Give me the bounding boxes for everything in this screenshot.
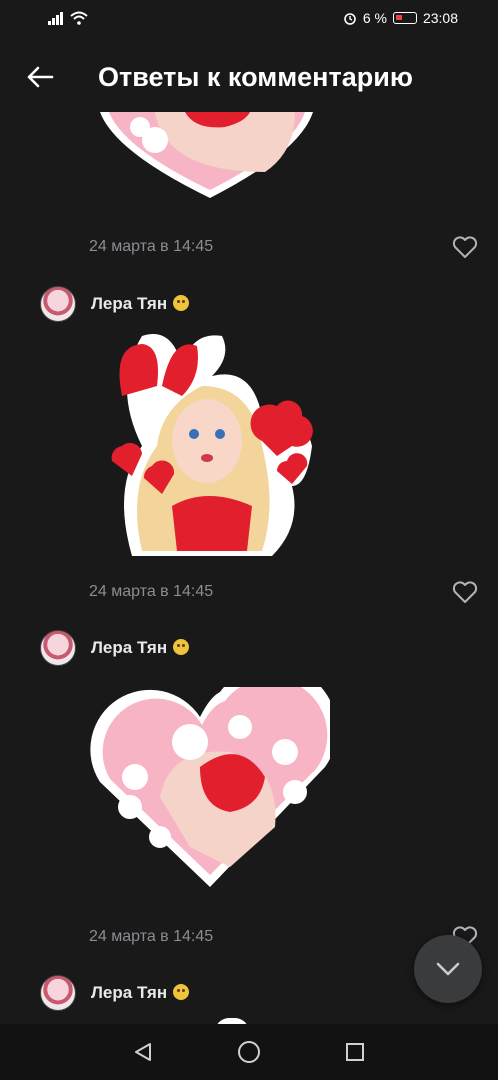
comment-meta: 24 марта в 14:45	[0, 232, 498, 262]
square-recents-icon	[346, 1043, 364, 1061]
clock: 23:08	[422, 10, 458, 26]
cat-emoji-icon	[173, 639, 190, 655]
girl-bunny-ears-sticker[interactable]	[102, 326, 320, 562]
comment-header: Лера Тян	[0, 284, 498, 324]
comment-item: Лера Тян	[0, 628, 498, 668]
chevron-down-icon	[436, 962, 460, 976]
system-nav-bar	[0, 1024, 498, 1080]
arrow-left-icon	[27, 66, 54, 88]
wifi-icon	[70, 11, 88, 25]
scroll-down-button[interactable]	[414, 935, 482, 1003]
triangle-back-icon	[135, 1043, 151, 1061]
alarm-icon	[344, 13, 356, 25]
nav-home-button[interactable]	[229, 1032, 269, 1072]
timestamp: 24 марта в 14:45	[89, 928, 214, 945]
page-title: Ответы к комментарию	[98, 61, 413, 92]
cat-emoji-icon	[173, 984, 190, 1000]
status-left	[48, 11, 88, 25]
header: Ответы к комментарию	[0, 42, 498, 112]
author-name[interactable]: Лера Тян	[91, 638, 190, 658]
status-right: 6 % 23:08	[343, 10, 458, 26]
author-name[interactable]: Лера Тян	[91, 983, 190, 1003]
nav-back-button[interactable]	[123, 1032, 163, 1072]
nav-recents-button[interactable]	[335, 1032, 375, 1072]
comments-feed[interactable]: 24 марта в 14:45 Лера Тян 24 марта в 14:…	[0, 112, 498, 1024]
signal-icon	[48, 12, 63, 25]
timestamp: 24 марта в 14:45	[89, 583, 214, 600]
battery-icon	[392, 12, 417, 24]
author-name[interactable]: Лера Тян	[91, 294, 190, 314]
battery-percent: 6 %	[362, 10, 387, 26]
avatar[interactable]	[40, 975, 76, 1011]
back-button[interactable]	[12, 49, 68, 105]
timestamp: 24 марта в 14:45	[89, 238, 214, 255]
cat-emoji-icon	[173, 295, 190, 311]
comment-meta: 24 марта в 14:45	[0, 577, 498, 607]
avatar[interactable]	[40, 630, 76, 666]
comment-header: Лера Тян	[0, 628, 498, 668]
heart-bunny-sticker[interactable]	[95, 112, 320, 202]
comment-item: Лера Тян	[0, 284, 498, 324]
circle-home-icon	[238, 1041, 260, 1063]
heart-outline-icon[interactable]	[450, 232, 480, 262]
avatar[interactable]	[40, 286, 76, 322]
status-bar: 6 % 23:08	[0, 0, 498, 36]
heart-outline-icon[interactable]	[450, 577, 480, 607]
heart-bunny-sticker[interactable]	[90, 687, 330, 892]
